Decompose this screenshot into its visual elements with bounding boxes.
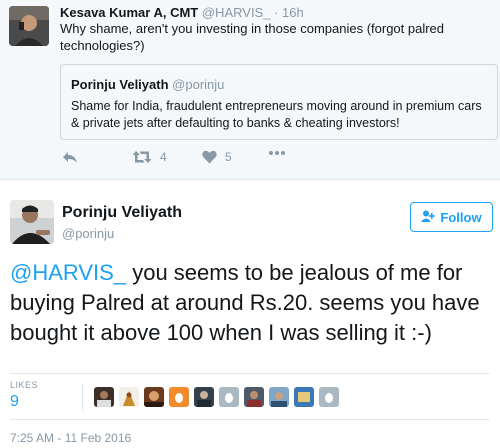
follow-button[interactable]: Follow xyxy=(410,202,493,232)
tweet-text: @HARVIS_ you seems to be jealous of me f… xyxy=(10,258,495,348)
add-user-icon xyxy=(421,210,440,225)
avatar[interactable] xyxy=(9,6,49,46)
author-handle[interactable]: @porinju xyxy=(62,226,114,241)
divider xyxy=(10,373,490,374)
reply-text: Why shame, aren't you investing in those… xyxy=(60,21,445,53)
liker-avatar[interactable] xyxy=(194,387,214,407)
reply-arrow-icon xyxy=(62,150,78,164)
liker-avatar[interactable] xyxy=(244,387,264,407)
tweet-timestamp[interactable]: 7:25 AM - 11 Feb 2016 xyxy=(10,431,131,445)
likes-count[interactable]: 9 xyxy=(10,393,19,411)
like-button[interactable]: 5 xyxy=(202,150,232,164)
divider xyxy=(82,383,83,411)
separator: · xyxy=(274,5,279,20)
liker-avatar[interactable] xyxy=(94,387,114,407)
mention-link[interactable]: @HARVIS_ xyxy=(10,260,126,285)
reply-tweet[interactable]: Kesava Kumar A, CMT @HARVIS_ · 16h Why s… xyxy=(0,0,500,180)
reply-button[interactable] xyxy=(62,150,78,164)
heart-icon xyxy=(202,150,217,164)
tweet-actions: 4 5 xyxy=(60,150,360,168)
retweet-count: 4 xyxy=(160,150,167,164)
liker-avatar[interactable] xyxy=(169,387,189,407)
quoted-author-handle: @porinju xyxy=(172,77,225,92)
quoted-tweet-header: Porinju Veliyath @porinju xyxy=(71,77,224,92)
liker-avatar[interactable] xyxy=(119,387,139,407)
liker-avatar[interactable] xyxy=(144,387,164,407)
avatar[interactable] xyxy=(10,200,54,244)
more-button[interactable] xyxy=(268,150,286,156)
main-tweet: Porinju Veliyath @porinju Follow @HARVIS… xyxy=(0,180,500,448)
likes-label: LIKES xyxy=(10,380,39,390)
follow-label: Follow xyxy=(440,209,482,225)
author-name[interactable]: Porinju Veliyath xyxy=(62,204,182,222)
liker-avatars xyxy=(94,387,339,407)
author-handle[interactable]: @HARVIS_ xyxy=(202,5,271,20)
author-name[interactable]: Kesava Kumar A, CMT xyxy=(60,5,198,20)
retweet-button[interactable]: 4 xyxy=(132,150,167,164)
liker-avatar[interactable] xyxy=(219,387,239,407)
reply-header: Kesava Kumar A, CMT @HARVIS_ · 16h xyxy=(60,5,304,21)
liker-avatar[interactable] xyxy=(294,387,314,407)
retweet-icon xyxy=(132,150,152,164)
tweet-time[interactable]: 16h xyxy=(282,5,304,20)
more-dots-icon xyxy=(268,150,286,156)
quoted-tweet-card[interactable]: Porinju Veliyath @porinju Shame for Indi… xyxy=(60,64,498,140)
divider xyxy=(10,419,490,420)
quoted-author-name: Porinju Veliyath xyxy=(71,77,169,92)
quoted-tweet-text: Shame for India, fraudulent entrepreneur… xyxy=(71,99,482,130)
like-count: 5 xyxy=(225,150,232,164)
liker-avatar[interactable] xyxy=(319,387,339,407)
liker-avatar[interactable] xyxy=(269,387,289,407)
